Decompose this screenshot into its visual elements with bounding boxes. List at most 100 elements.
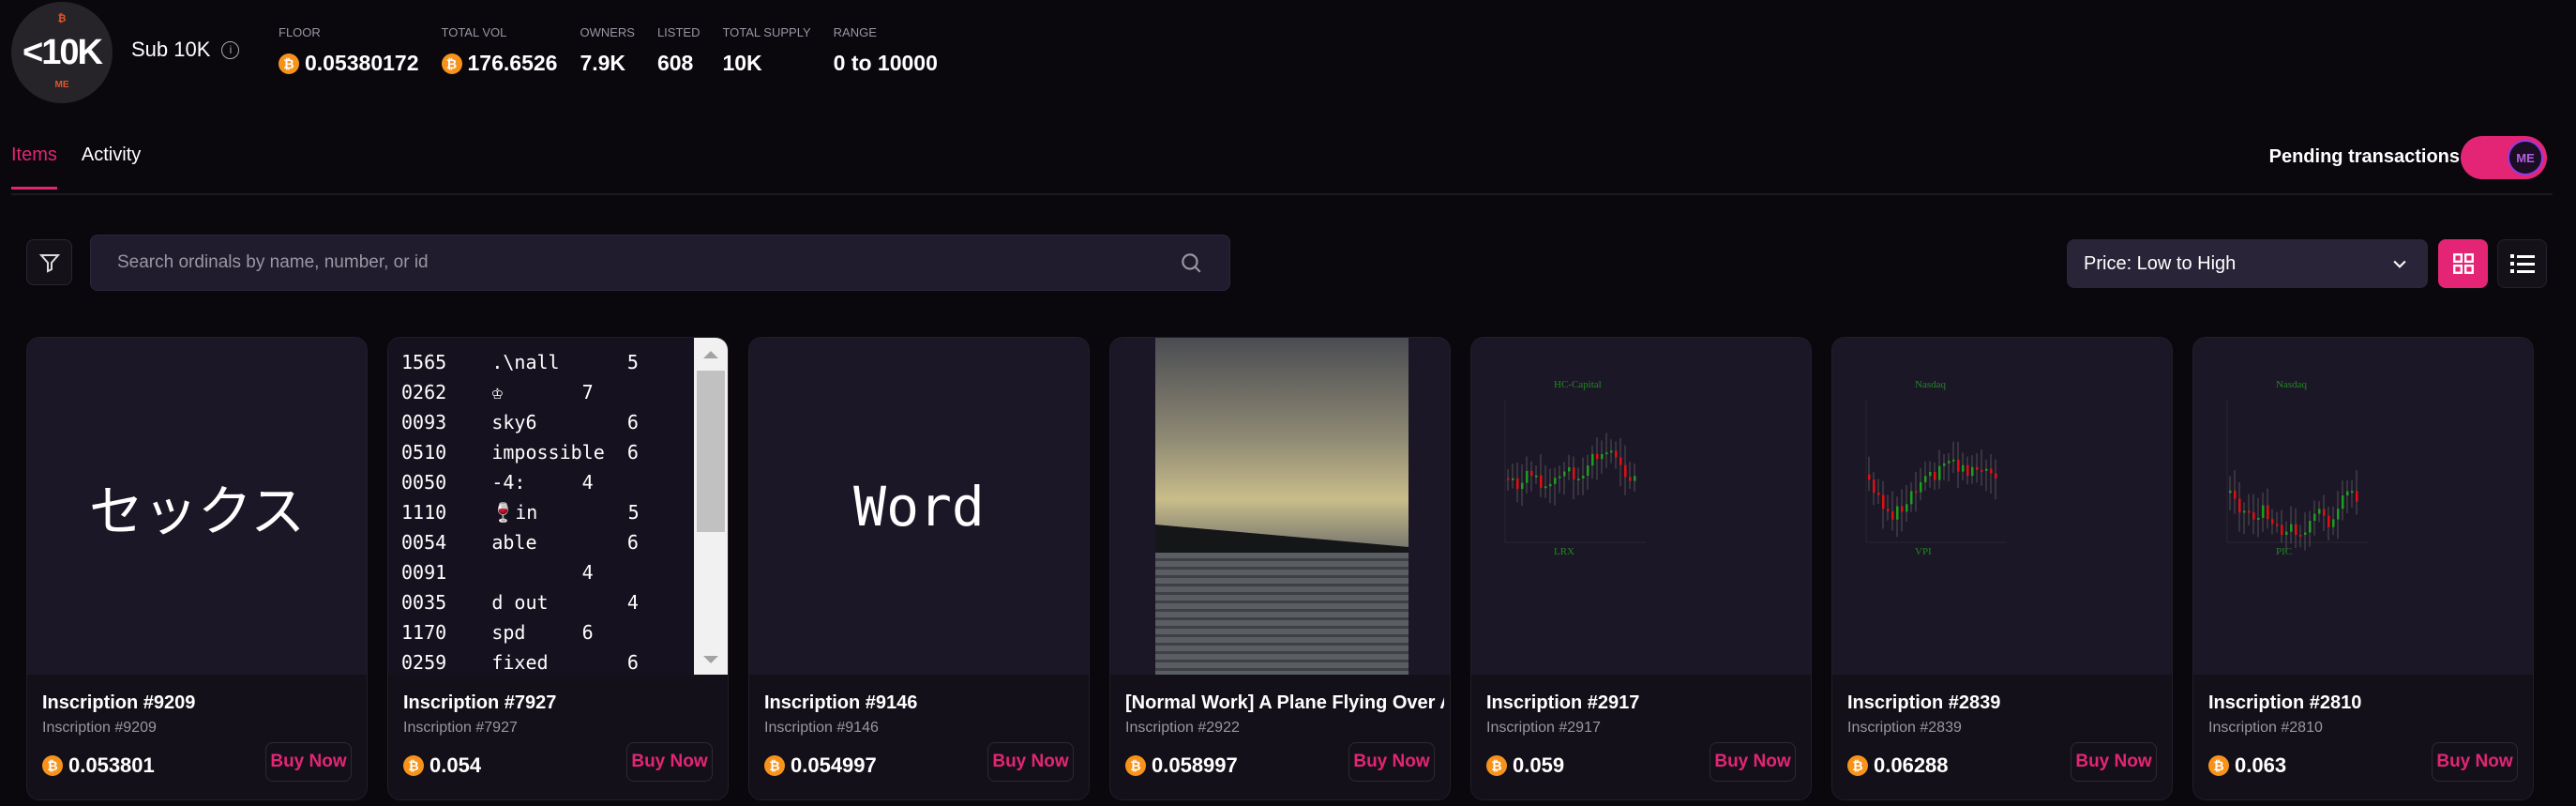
candle-body [1634,476,1636,481]
candle-body [1976,466,1979,470]
inscription-card[interactable]: Nasdaq VPI Inscription #2839 Inscription … [1831,337,2173,800]
stat-label: RANGE [833,25,877,39]
candle-body [1910,491,1913,505]
buy-now-button[interactable]: Buy Now [265,742,352,782]
inscription-card[interactable]: 1565 .\nall 5 0262 ♔ 7 0093 sky6 6 0510 imp… [387,337,729,800]
chart-ticker: LRX [1554,546,1574,557]
price-value: 0.06288 [1874,753,1949,777]
tab-activity[interactable]: Activity [82,144,141,190]
inscription-media[interactable]: Nasdaq PIC [2193,338,2533,675]
candle-body [1573,467,1575,479]
text-line: 0093 sky6 6 [401,411,639,433]
candle-body [1605,452,1608,455]
candle-body [1563,471,1566,477]
inscription-card[interactable]: [Normal Work] A Plane Flying Over A Insc… [1109,337,1451,800]
card-subtitle: Inscription #9146 [764,720,879,736]
candle-body [2304,532,2307,535]
card-price: ₿ 0.058997 [1125,753,1238,778]
card-price: ₿ 0.063 [2208,753,2286,778]
candle-body [1512,478,1514,480]
buy-now-button[interactable]: Buy Now [1710,742,1796,782]
candle-body [1920,481,1922,493]
bitcoin-icon: ₿ [1125,755,1146,776]
buy-now-button[interactable]: Buy Now [987,742,1074,782]
filter-button[interactable] [26,239,72,285]
card-price: ₿ 0.054 [403,753,481,778]
candle-body [1924,476,1927,482]
bitcoin-icon: ₿ [2208,755,2229,776]
scrollbar[interactable] [694,338,728,675]
candle-body [2313,513,2316,522]
card-title: Inscription #7927 [403,692,557,713]
inscription-card[interactable]: Word Inscription #9146 Inscription #9146… [748,337,1090,800]
candle-body [1868,474,1871,480]
candle-body [1882,494,1885,509]
text-line: 1565 .\nall 5 [401,351,639,373]
scroll-down-arrow[interactable] [703,656,718,663]
candle-body [2337,509,2340,520]
inscription-media[interactable]: HC-Capital LRX [1471,338,1811,675]
scroll-thumb[interactable] [697,371,725,532]
candle-body [1906,504,1908,512]
candle-body [2290,524,2293,532]
candle-body [2295,524,2297,535]
candle-body [1995,473,1997,479]
card-title: [Normal Work] A Plane Flying Over A [1125,692,1444,713]
search-icon[interactable] [1179,251,1203,275]
bitcoin-icon: ₿ [42,755,63,776]
pending-transactions-toggle[interactable]: ME [2461,136,2547,179]
search-input[interactable] [117,252,1055,273]
candle-body [1549,483,1552,487]
candle-body [1516,478,1519,490]
chart-ticker: PIC [2276,546,2293,557]
list-view-button[interactable] [2497,239,2547,288]
divider [11,193,2553,195]
chart-title: Nasdaq [2276,379,2307,390]
inscription-text: セックス [88,479,306,543]
scroll-up-arrow[interactable] [703,351,718,358]
inscription-card[interactable]: HC-Capital LRX Inscription #2917 Inscript… [1470,337,1812,800]
candle-body [2267,505,2269,520]
text-line: 1170 spd 6 [401,621,594,644]
buy-now-button[interactable]: Buy Now [626,742,713,782]
inscription-media[interactable]: Nasdaq VPI [1832,338,2172,675]
stat-label: OWNERS [580,25,635,39]
sort-dropdown[interactable]: Price: Low to High [2067,239,2428,288]
candle-body [1577,478,1580,480]
buy-now-button[interactable]: Buy Now [2071,742,2157,782]
card-subtitle: Inscription #7927 [403,720,518,736]
grid-view-button[interactable] [2438,239,2488,288]
buy-now-button[interactable]: Buy Now [2432,742,2518,782]
card-title: Inscription #9209 [42,692,196,713]
candle-body [1619,457,1622,465]
tab-items[interactable]: Items [11,144,57,190]
candle-body [2271,519,2274,525]
candle-body [2323,509,2326,516]
candle-body [2234,490,2237,499]
chart-ticker: VPI [1915,546,1932,557]
inscription-card[interactable]: セックス Inscription #9209 Inscription #9209… [26,337,368,800]
card-title: Inscription #2839 [1847,692,2001,713]
candle-body [1544,486,1547,489]
info-icon[interactable]: i [221,40,240,59]
inscription-media[interactable]: Word [749,338,1089,675]
stat-label: LISTED [656,25,700,39]
inscription-media[interactable]: 1565 .\nall 5 0262 ♔ 7 0093 sky6 6 0510 imp… [388,338,728,675]
bitcoin-icon: ₿ [279,53,299,74]
inscription-media[interactable] [1110,338,1450,675]
candle-body [2351,491,2354,494]
stat-value: 176.6526 [467,51,558,75]
inscription-media[interactable]: セックス [27,338,367,675]
card-price: ₿ 0.06288 [1847,753,1949,778]
candle-body [2346,491,2349,496]
inscription-card[interactable]: Nasdaq PIC Inscription #2810 Inscription … [2192,337,2534,800]
candle-body [1957,459,1960,472]
stat-value: 0.05380172 [305,51,419,75]
candle-body [1915,491,1918,494]
sort-selected: Price: Low to High [2084,252,2237,274]
buy-now-button[interactable]: Buy Now [1348,742,1435,782]
magic-eden-icon: ME [2508,140,2543,175]
candle-body [1891,510,1894,520]
price-value: 0.058997 [1152,753,1238,777]
collection-stats: FLOOR ₿ 0.05380172 TOTAL VOL ₿ 176.6526 OWNE… [279,25,960,76]
